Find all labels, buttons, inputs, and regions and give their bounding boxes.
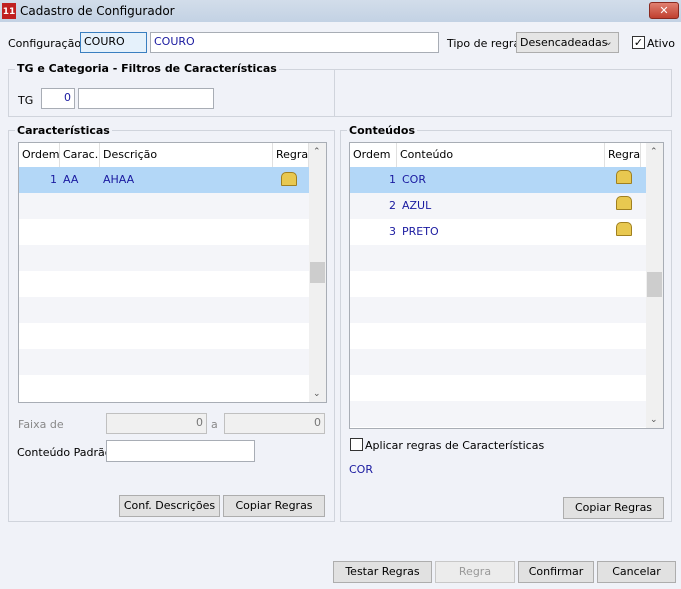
tg-desc-input[interactable] — [78, 88, 214, 109]
confirmar-button[interactable]: Confirmar — [518, 561, 594, 583]
empty-row — [350, 349, 646, 375]
testar-regras-button[interactable]: Testar Regras — [333, 561, 432, 583]
cancelar-button[interactable]: Cancelar — [597, 561, 676, 583]
empty-row — [350, 401, 646, 427]
lock-rule-icon[interactable] — [616, 170, 632, 184]
close-button[interactable]: ✕ — [649, 2, 679, 19]
lock-rule-icon[interactable] — [616, 222, 632, 236]
window-title: Cadastro de Configurador — [20, 4, 175, 18]
conteudo-padrao-label: Conteúdo Padrão — [17, 446, 112, 459]
tipo-regra-select[interactable]: Desencadeadas ⌄ — [516, 32, 619, 53]
scroll-down-icon[interactable]: ⌄ — [650, 415, 658, 425]
scrollbar[interactable]: ⌃ ⌄ — [646, 143, 663, 428]
cell-ordem: 1 — [389, 173, 396, 186]
tg-label: TG — [18, 94, 34, 107]
tg-group-title: TG e Categoria - Filtros de Característi… — [15, 62, 279, 75]
config-code-input[interactable]: COURO — [80, 32, 147, 53]
cell-ordem: 1 — [50, 173, 57, 186]
copiar-regras-caracteristicas-button[interactable]: Copiar Regras — [223, 495, 325, 517]
empty-row — [19, 349, 309, 375]
conteudos-title: Conteúdos — [347, 124, 417, 137]
conteudos-grid[interactable]: Ordem Conteúdo Regra 1 COR 2 AZUL 3 PRET… — [349, 142, 664, 429]
faixa-to-input[interactable]: 0 — [224, 413, 325, 434]
empty-row — [19, 193, 309, 219]
scrollbar[interactable]: ⌃ ⌄ — [309, 143, 326, 402]
tg-code-input[interactable]: 0 — [41, 88, 75, 109]
lock-rule-icon[interactable] — [281, 172, 297, 186]
cell-ordem: 2 — [389, 199, 396, 212]
conf-descricoes-button[interactable]: Conf. Descrições — [119, 495, 220, 517]
scroll-up-icon[interactable]: ⌃ — [650, 147, 658, 157]
empty-row — [350, 245, 646, 271]
cell-conteudo: AZUL — [402, 199, 432, 212]
table-row[interactable]: 1 AA AHAA — [19, 167, 309, 193]
col-header-regra[interactable]: Regra — [605, 143, 641, 167]
aplicar-regras-label: Aplicar regras de Características — [365, 439, 545, 452]
scroll-up-icon[interactable]: ⌃ — [313, 147, 321, 157]
selected-conteudo-text: COR — [349, 463, 373, 476]
caracteristicas-title: Características — [15, 124, 112, 137]
faixa-a-label: a — [211, 418, 218, 431]
caracteristicas-grid[interactable]: Ordem Carac. Descrição Regra 1 AA AHAA ⌃… — [18, 142, 327, 403]
cell-carac: AA — [63, 173, 79, 186]
conteudo-padrao-input[interactable] — [106, 440, 255, 462]
table-row[interactable]: 2 AZUL — [350, 193, 646, 219]
app-icon: 11 — [2, 3, 16, 19]
cell-conteudo: COR — [402, 173, 426, 186]
config-desc-input[interactable]: COURO — [150, 32, 439, 53]
empty-row — [19, 297, 309, 323]
scroll-down-icon[interactable]: ⌄ — [313, 389, 321, 399]
cell-conteudo: PRETO — [402, 225, 439, 238]
col-header-ordem[interactable]: Ordem — [19, 143, 60, 167]
table-row[interactable]: 3 PRETO — [350, 219, 646, 245]
cell-descricao: AHAA — [103, 173, 135, 186]
tipo-regra-value: Desencadeadas — [520, 36, 608, 49]
col-header-conteudo[interactable]: Conteúdo — [397, 143, 605, 167]
config-label: Configuração — [8, 37, 82, 50]
ativo-checkbox[interactable]: ✓ — [632, 36, 645, 49]
ativo-label: Ativo — [647, 37, 675, 50]
col-header-descricao[interactable]: Descrição — [100, 143, 273, 167]
lock-rule-icon[interactable] — [616, 196, 632, 210]
tipo-regra-label: Tipo de regra — [447, 37, 521, 50]
empty-row — [350, 297, 646, 323]
col-header-carac[interactable]: Carac. — [60, 143, 100, 167]
cell-ordem: 3 — [389, 225, 396, 238]
col-header-ordem[interactable]: Ordem — [350, 143, 397, 167]
aplicar-regras-checkbox[interactable] — [350, 438, 363, 451]
chevron-down-icon: ⌄ — [603, 35, 613, 48]
copiar-regras-conteudos-button[interactable]: Copiar Regras — [563, 497, 664, 519]
col-header-regra[interactable]: Regra — [273, 143, 309, 167]
faixa-label: Faixa de — [18, 418, 64, 431]
scroll-thumb[interactable] — [310, 262, 325, 283]
faixa-from-input[interactable]: 0 — [106, 413, 207, 434]
empty-row — [19, 245, 309, 271]
regra-button[interactable]: Regra — [435, 561, 515, 583]
table-row[interactable]: 1 COR — [350, 167, 646, 193]
scroll-thumb[interactable] — [647, 272, 662, 297]
